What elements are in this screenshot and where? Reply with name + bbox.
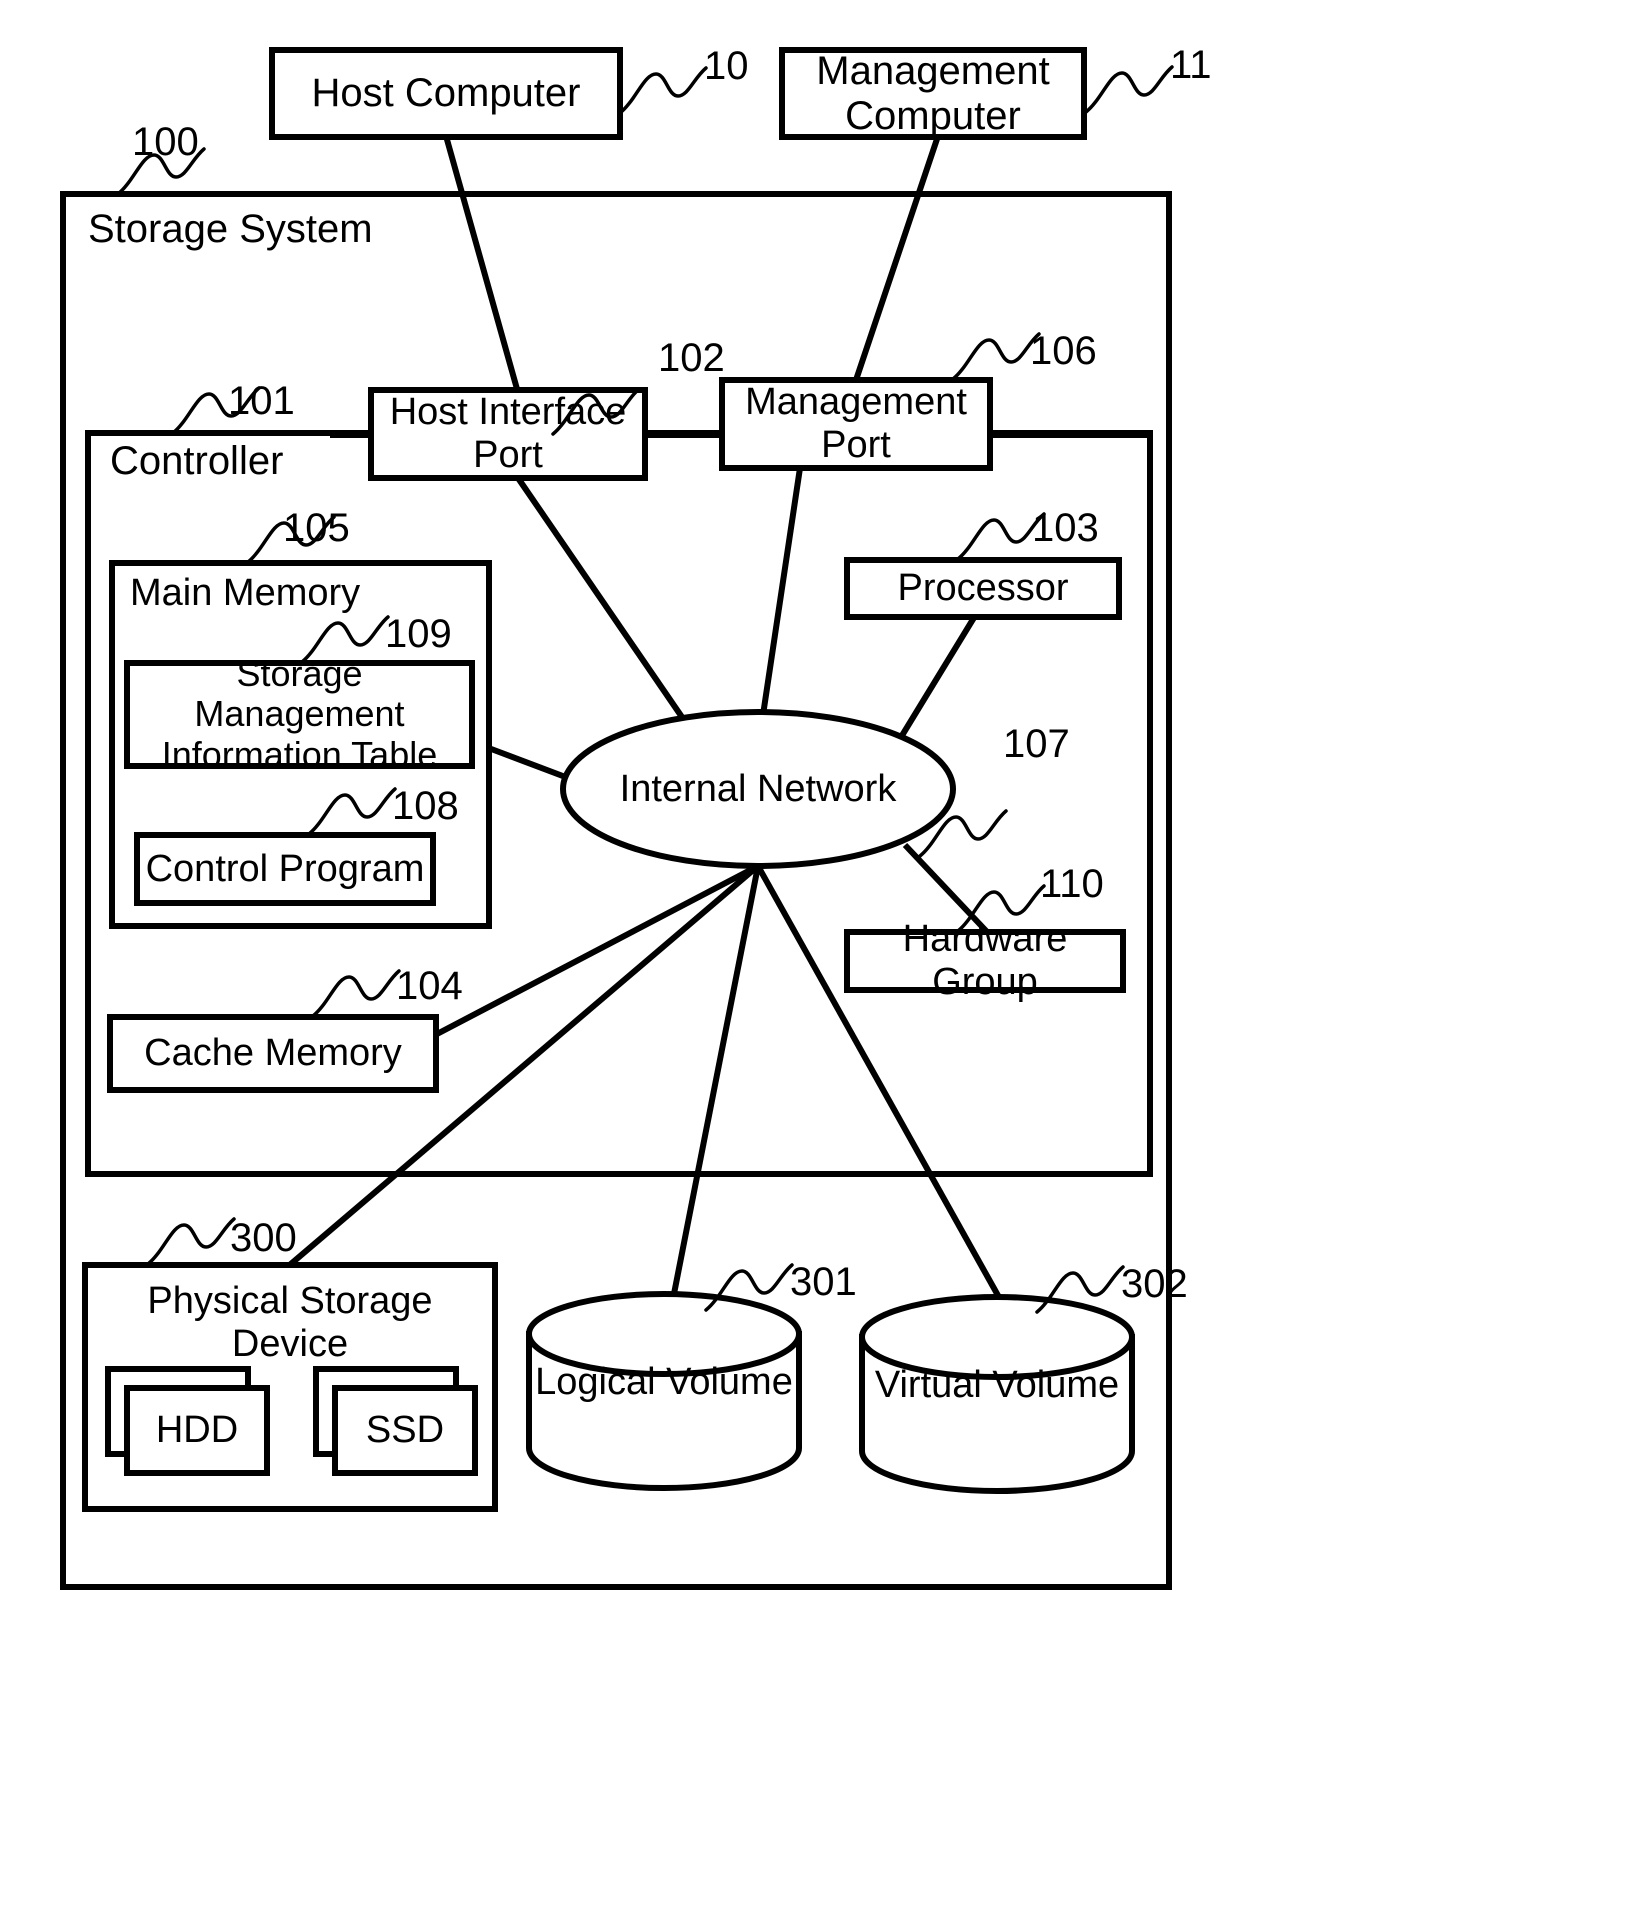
patent-figure: .bx { fill:#ffffff; stroke:#000000; stro… [0,0,1646,1907]
refnum-108: 108 [392,784,459,828]
diagram-vector-layer: .bx { fill:#ffffff; stroke:#000000; stro… [60,47,1174,1590]
management-computer-label: Management Computer [816,48,1050,138]
ssd-box-back [313,1366,459,1457]
leader-squiggle-106 [951,332,1041,381]
control-program-box [134,832,436,906]
leader-squiggle-10 [618,66,708,115]
refnum-110: 110 [1040,862,1104,906]
leader-squiggle-302 [1035,1265,1125,1314]
link-internal-network-to-hardware-group [902,842,993,938]
hardware-group-box [844,929,1126,993]
cache-memory-box [107,1014,439,1093]
storage-management-information-table-label: Storage Management Information Table [161,653,438,775]
leader-squiggle-11 [1084,65,1174,114]
link-processor-to-internal-network [892,614,978,749]
processor-box [844,557,1122,620]
refnum-105: 105 [283,506,350,550]
refnum-10: 10 [704,44,749,88]
leader-squiggle-107 [918,809,1008,858]
leader-squiggle-105 [246,515,336,564]
virtual-volume-label: Virtual Volume [874,1363,1120,1406]
physical-storage-device-label: Physical Storage Device [147,1280,433,1365]
link-host-computer-to-host-port [443,135,520,390]
leader-squiggle-100 [116,147,206,196]
storage-system-label: Storage System [88,206,373,251]
internal-network-label: Internal Network [619,767,897,810]
refnum-300: 300 [230,1216,297,1260]
link-internal-network-to-logical-volume [669,865,761,1305]
ssd-label: SSD [365,1409,445,1452]
leader-squiggle-301 [704,1263,794,1312]
host-computer-box [269,47,623,140]
leader-squiggle-108 [307,787,397,836]
controller-label: Controller [110,438,284,483]
leader-squiggle-104 [311,969,401,1018]
refnum-102: 102 [658,336,725,380]
leader-squiggle-103 [956,512,1046,561]
refnum-11: 11 [1170,43,1212,87]
cache-memory-label: Cache Memory [144,1032,402,1075]
refnum-301: 301 [790,1260,857,1304]
leader-squiggle-300 [146,1217,236,1266]
link-management-computer-to-management-port [853,135,941,381]
refnum-109: 109 [385,612,452,656]
management-port-box [719,377,993,471]
leader-squiggle-101 [171,386,261,435]
link-internal-network-to-physical-storage [270,863,760,1283]
virtual-volume-cylinder [859,1294,1135,1494]
host-computer-label: Host Computer [311,71,581,116]
refnum-107: 107 [1003,722,1070,766]
refnum-104: 104 [396,964,463,1008]
hdd-box-front [124,1385,270,1476]
host-interface-port-box [368,387,648,481]
control-program-label: Control Program [145,847,425,890]
refnum-103: 103 [1032,506,1099,550]
management-computer-box [779,47,1087,140]
link-management-port-to-internal-network [757,467,803,736]
link-internal-network-to-cache-memory [435,863,760,1037]
processor-label: Processor [897,567,1069,610]
logical-volume-cylinder [526,1291,802,1491]
link-internal-network-to-virtual-volume [755,864,1008,1310]
leader-squiggle-110 [956,884,1046,933]
leader-squiggle-102 [551,387,641,436]
ssd-box-front [332,1385,478,1476]
refnum-101: 101 [228,379,295,423]
logical-volume-label: Logical Volume [535,1360,793,1403]
management-port-label: Management Port [745,381,967,466]
internal-network-ellipse [560,709,956,869]
host-interface-port-label: Host Interface Port [389,391,627,476]
physical-storage-device-box [82,1262,498,1512]
link-host-port-to-internal-network [515,476,700,741]
storage-system-boundary [60,191,1172,1590]
hdd-box-back [105,1366,251,1457]
main-memory-label: Main Memory [130,571,361,614]
leader-squiggle-109 [300,615,390,664]
storage-management-information-table-box [124,660,475,769]
main-memory-box [109,560,492,929]
refnum-302: 302 [1121,1262,1188,1306]
link-info-table-to-internal-network [476,741,586,787]
refnum-106: 106 [1030,329,1097,373]
hardware-group-label: Hardware Group [902,918,1068,1003]
controller-boundary [85,430,1153,1177]
hdd-label: HDD [155,1409,239,1452]
refnum-100: 100 [132,120,199,164]
